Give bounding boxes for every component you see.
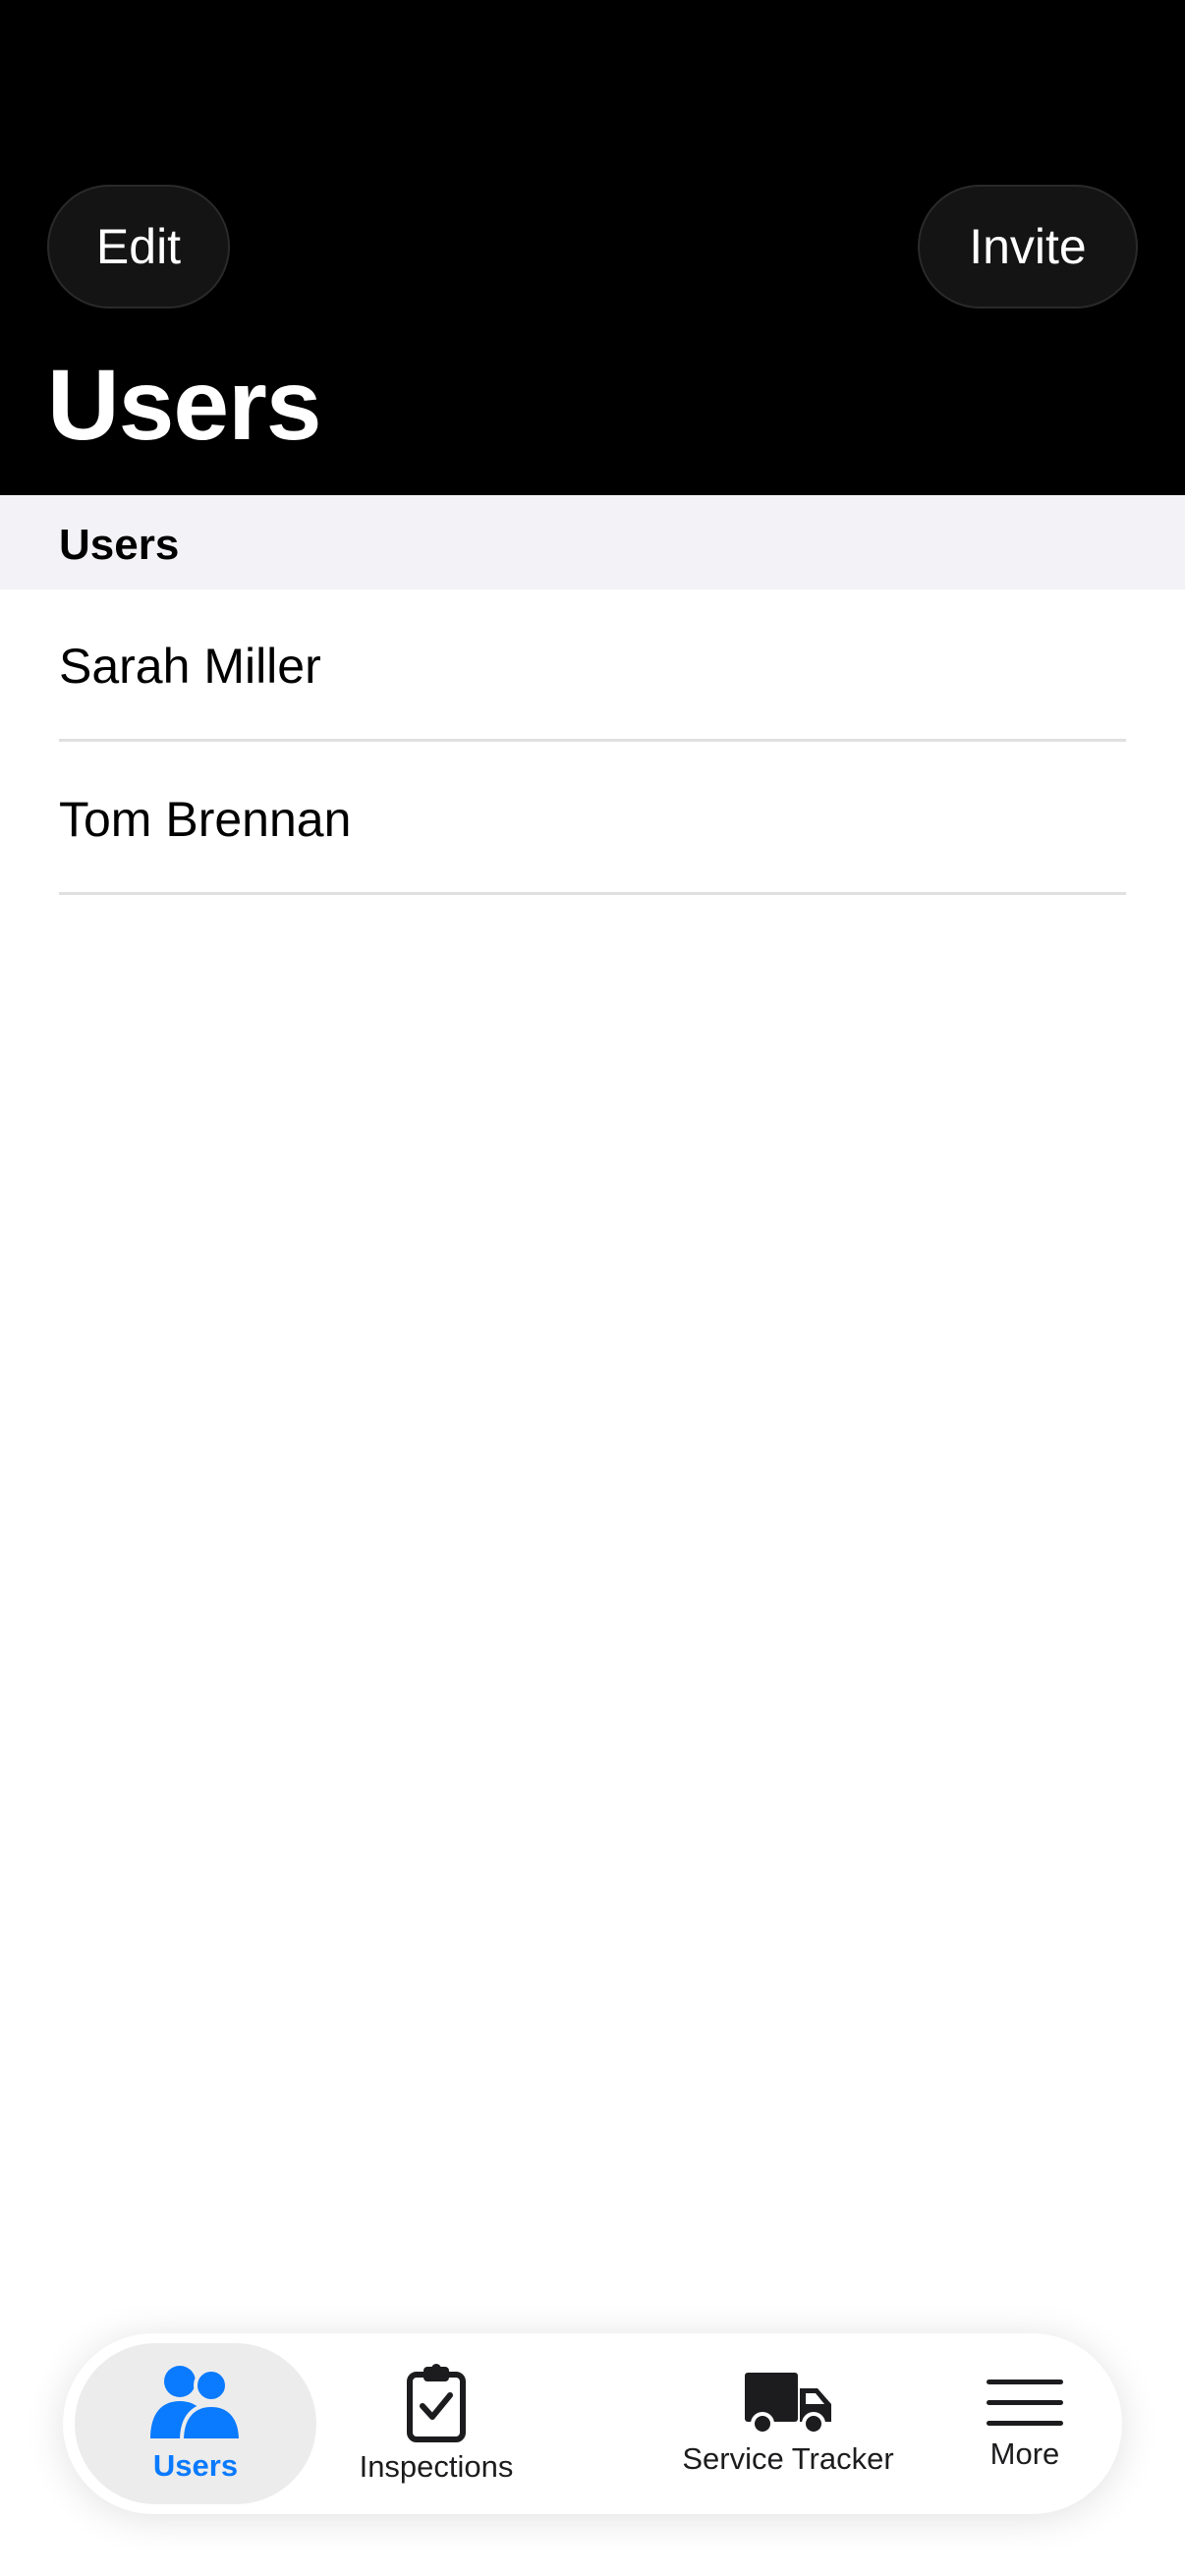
clipboard-check-icon [407, 2364, 466, 2442]
row-divider [59, 892, 1126, 895]
tab-more[interactable]: More [941, 2343, 1108, 2504]
tab-users[interactable]: Users [75, 2343, 316, 2504]
truck-icon [745, 2373, 831, 2436]
user-name: Sarah Miller [59, 638, 321, 694]
invite-button[interactable]: Invite [918, 185, 1138, 308]
tab-inspections-label: Inspections [359, 2449, 514, 2484]
tab-service-tracker[interactable]: Service Tracker [593, 2343, 983, 2504]
user-row-sarah-miller[interactable]: Sarah Miller [0, 589, 1185, 742]
users-icon [150, 2366, 243, 2442]
tab-more-label: More [989, 2436, 1060, 2471]
section-title: Users [59, 521, 180, 569]
user-name: Tom Brennan [59, 791, 352, 847]
page-title: Users [47, 349, 322, 461]
navigation-header: Edit Invite Users [0, 0, 1185, 495]
tab-users-label: Users [152, 2448, 239, 2483]
tab-bar: Users Inspections Service Tracker More [63, 2333, 1122, 2514]
row-divider [59, 739, 1126, 742]
edit-button[interactable]: Edit [47, 185, 230, 308]
tab-inspections[interactable]: Inspections [326, 2343, 546, 2504]
hamburger-menu-icon [987, 2380, 1063, 2426]
user-row-tom-brennan[interactable]: Tom Brennan [0, 743, 1185, 895]
tab-service-tracker-label: Service Tracker [682, 2441, 894, 2476]
